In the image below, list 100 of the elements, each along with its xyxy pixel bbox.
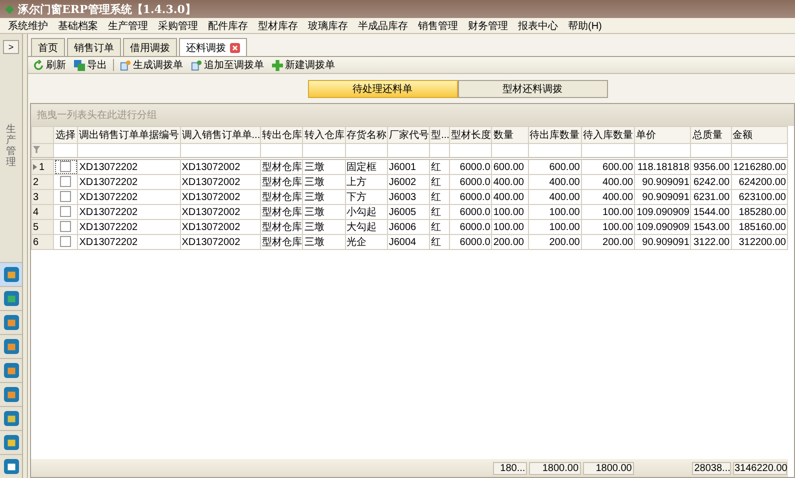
toolbar-button[interactable]: 刷新 — [31, 58, 68, 72]
table-cell: 100.00 — [528, 204, 582, 220]
table-cell: 312200.00 — [731, 234, 788, 250]
table-cell: 400.00 — [581, 174, 635, 190]
column-header[interactable]: 总质量 — [690, 126, 732, 144]
table-cell: 1543.00 — [690, 220, 732, 234]
row-checkbox[interactable] — [60, 236, 72, 248]
module-icon — [4, 363, 18, 378]
column-header[interactable]: 存货名称 — [345, 126, 388, 144]
row-checkbox[interactable] — [60, 221, 72, 232]
column-header[interactable]: 型材长度 — [450, 126, 492, 144]
row-header[interactable]: 5 — [32, 220, 54, 234]
table-cell: J6006 — [387, 220, 430, 234]
table-cell: 185160.00 — [731, 220, 788, 234]
module-icon — [4, 315, 18, 330]
menu-item[interactable]: 半成品库存 — [353, 18, 413, 32]
column-header[interactable]: 转出仓库 — [260, 126, 303, 144]
summary-cell: 28038... — [692, 462, 730, 474]
row-checkbox[interactable] — [60, 206, 72, 218]
column-header[interactable]: 转入仓库 — [302, 126, 346, 144]
row-header[interactable]: 2 — [32, 174, 54, 190]
column-header[interactable]: 待入库数量 — [581, 126, 635, 144]
table-cell: 固定框 — [345, 158, 388, 174]
column-header[interactable]: 金额 — [731, 126, 788, 144]
column-header[interactable]: 单价 — [634, 126, 691, 144]
table-cell: 红 — [430, 158, 450, 174]
table-cell: 6000.0 — [450, 220, 492, 234]
plus-icon — [272, 60, 283, 70]
table-cell: XD13072202 — [78, 204, 180, 220]
row-header[interactable]: 4 — [32, 204, 54, 220]
table-cell: 红 — [430, 174, 450, 190]
row-checkbox[interactable] — [60, 161, 72, 172]
menu-item[interactable]: 报表中心 — [513, 18, 563, 32]
table-cell: 623100.00 — [731, 190, 788, 204]
table-cell: 三墩 — [302, 190, 346, 204]
tab[interactable]: 还料调拨 — [179, 38, 247, 56]
table-cell: 118.181818 — [634, 158, 691, 174]
table-cell: J6002 — [387, 174, 430, 190]
table-cell: XD13072002 — [180, 234, 261, 250]
tab[interactable]: 销售订单 — [67, 38, 121, 56]
menu-item[interactable]: 帮助(H) — [563, 18, 607, 32]
menu-item[interactable]: 销售管理 — [413, 18, 463, 32]
table-cell: 100.00 — [581, 204, 635, 220]
menu-item[interactable]: 生产管理 — [103, 18, 153, 32]
toolbar-button[interactable]: 新建调拨单 — [270, 58, 337, 72]
table-cell: 三墩 — [302, 158, 346, 174]
table-cell: 6000.0 — [450, 158, 492, 174]
view-switch-button[interactable]: 待处理还料单 — [308, 80, 458, 98]
table-cell: 100.00 — [492, 220, 528, 234]
table-cell: 90.909091 — [634, 234, 691, 250]
summary-cell: 3146220.00 — [732, 462, 787, 474]
menu-item[interactable]: 系统维护 — [3, 18, 53, 32]
menu-item[interactable]: 基础档案 — [53, 18, 103, 32]
tab[interactable]: 首页 — [31, 38, 65, 56]
table-cell: 600.00 — [581, 158, 635, 174]
sidebar-item[interactable] — [0, 262, 22, 286]
menu-item[interactable]: 配件库存 — [203, 18, 253, 32]
current-row-icon — [33, 164, 37, 170]
column-header[interactable]: 型... — [430, 126, 450, 144]
column-header[interactable]: 调出销售订单单据编号 — [78, 126, 180, 144]
column-header[interactable]: 数量 — [492, 126, 528, 144]
table-cell: 100.00 — [492, 204, 528, 220]
filter-icon — [33, 146, 40, 153]
group-panel-hint: 拖曳一列表头在此进行分组 — [37, 108, 157, 122]
table-cell: J6004 — [387, 234, 430, 250]
row-header[interactable]: 3 — [32, 190, 54, 204]
table-cell: J6003 — [387, 190, 430, 204]
module-icon — [4, 291, 18, 306]
expand-button[interactable]: > — [3, 40, 19, 54]
table-cell: 上方 — [345, 174, 388, 190]
table-cell: XD13072002 — [180, 158, 261, 174]
module-icon — [4, 387, 18, 402]
table-cell: 624200.00 — [731, 174, 788, 190]
column-header[interactable]: 待出库数量 — [528, 126, 582, 144]
table-cell: J6005 — [387, 204, 430, 220]
toolbar-button[interactable]: 生成调拨单 — [118, 58, 185, 72]
menu-item[interactable]: 型材库存 — [253, 18, 303, 32]
close-icon[interactable] — [230, 42, 240, 52]
tab[interactable]: 借用调拨 — [123, 38, 177, 56]
table-cell: 下方 — [345, 190, 388, 204]
summary-cell: 180... — [492, 462, 528, 474]
menu-item[interactable]: 财务管理 — [463, 18, 513, 32]
menu-item[interactable]: 采购管理 — [153, 18, 203, 32]
row-checkbox[interactable] — [60, 176, 72, 188]
toolbar-button[interactable]: 导出 — [72, 58, 109, 72]
table-cell: XD13072202 — [78, 234, 180, 250]
table-cell: 90.909091 — [634, 190, 691, 204]
table-cell: 三墩 — [302, 204, 346, 220]
table-cell: 红 — [430, 190, 450, 204]
view-switch-button[interactable]: 型材还料调拨 — [458, 80, 608, 98]
toolbar-button[interactable]: 追加至调拨单 — [189, 58, 266, 72]
module-icon — [4, 339, 18, 354]
table-cell: 小勾起 — [345, 204, 388, 220]
column-header[interactable]: 调入销售订单单... — [180, 126, 261, 144]
row-header[interactable]: 6 — [32, 234, 54, 250]
menu-item[interactable]: 玻璃库存 — [303, 18, 353, 32]
column-header[interactable]: 选择 — [54, 126, 78, 144]
column-header[interactable]: 厂家代号 — [387, 126, 430, 144]
diamond-logo-icon — [5, 4, 14, 14]
row-checkbox[interactable] — [60, 191, 72, 202]
